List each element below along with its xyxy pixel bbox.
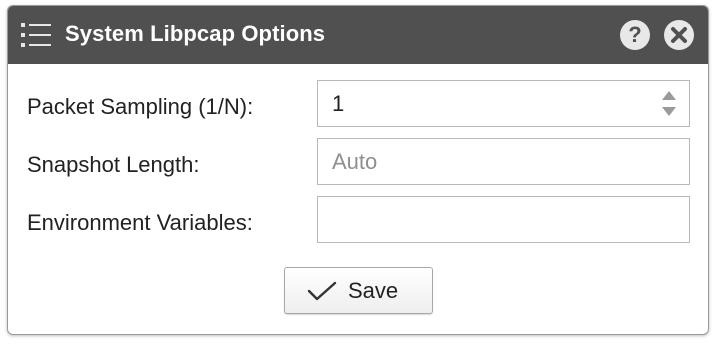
list-icon (21, 21, 51, 49)
spinner-icon[interactable] (661, 90, 677, 117)
help-button[interactable]: ? (620, 20, 650, 50)
packet-sampling-input[interactable]: 1 (317, 80, 690, 127)
dialog-title: System Libpcap Options (65, 21, 326, 46)
save-button-label: Save (348, 278, 399, 303)
snapshot-length-label: Snapshot Length: (27, 152, 200, 177)
checkmark-icon (307, 281, 337, 306)
environment-variables-label: Environment Variables: (27, 210, 253, 235)
save-button[interactable]: Save (284, 267, 433, 314)
help-icon: ? (628, 22, 642, 47)
close-button[interactable] (664, 20, 694, 50)
packet-sampling-label: Packet Sampling (1/N): (27, 94, 254, 119)
libpcap-options-dialog: System Libpcap Options ? Packet Sampling… (7, 5, 709, 335)
snapshot-length-input[interactable]: Auto (317, 138, 690, 185)
close-icon (671, 27, 687, 43)
dialog-titlebar[interactable]: System Libpcap Options ? (8, 6, 708, 64)
packet-sampling-value: 1 (332, 91, 345, 116)
environment-variables-input[interactable] (317, 196, 690, 243)
snapshot-length-placeholder: Auto (332, 149, 378, 174)
